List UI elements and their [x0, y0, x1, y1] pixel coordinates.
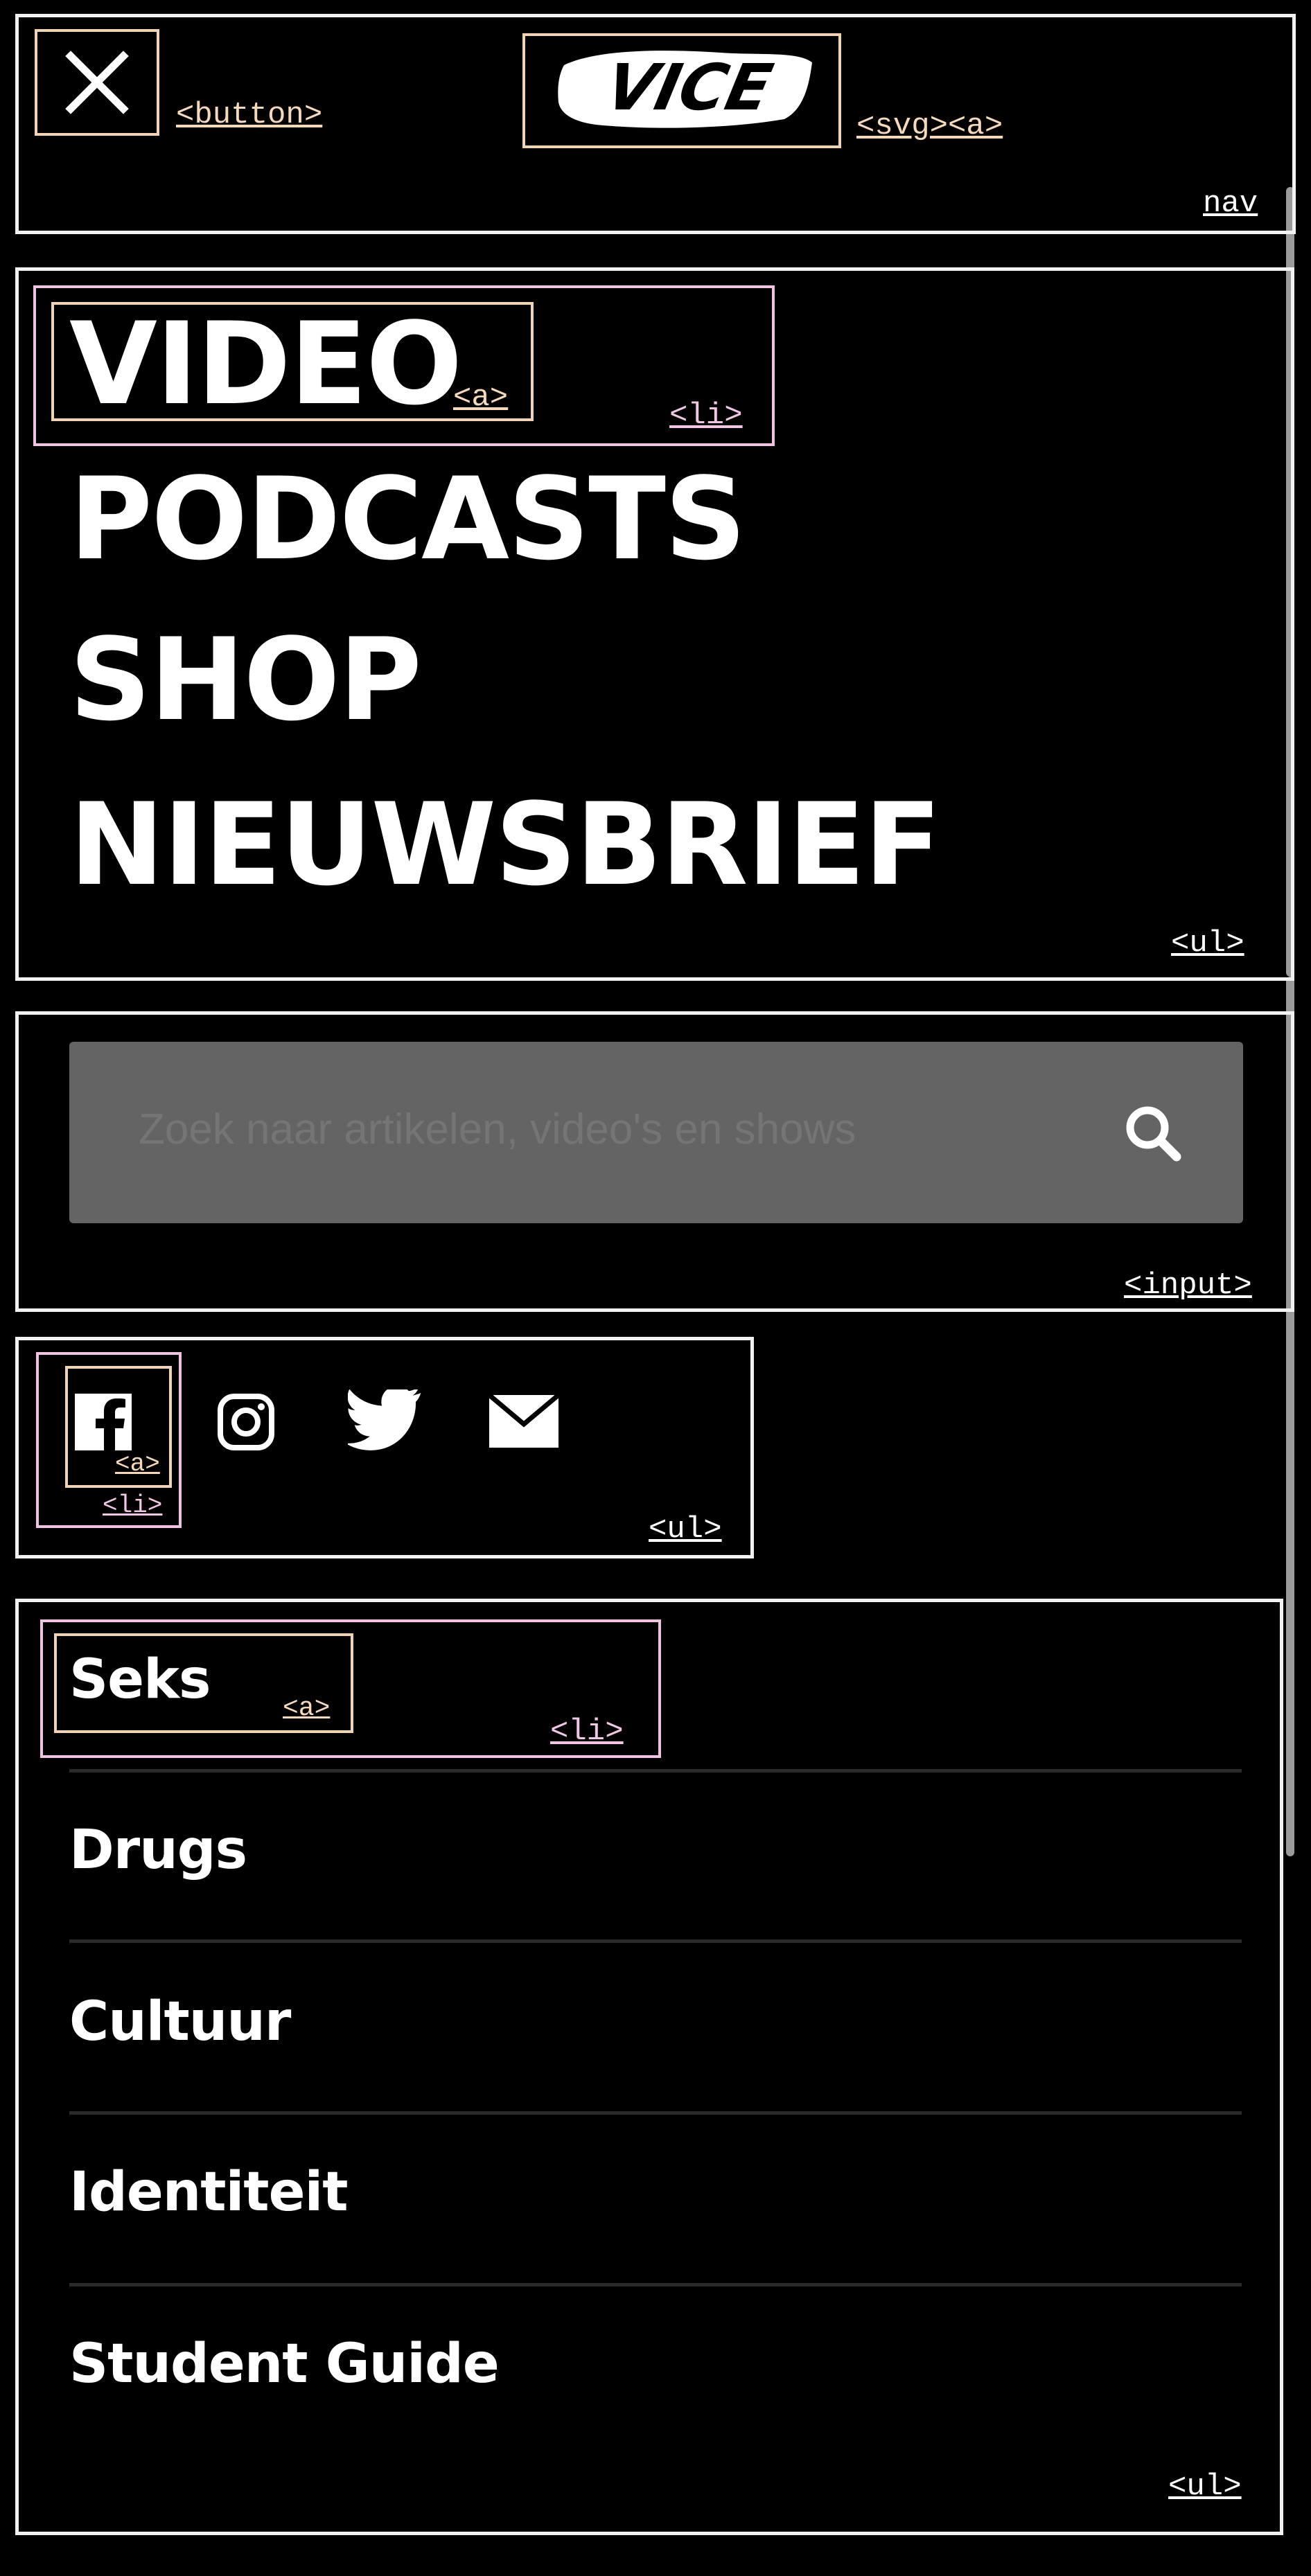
social-ul-tag: <ul> [649, 1512, 722, 1547]
social-li-tag: <li> [103, 1491, 163, 1520]
close-button[interactable] [37, 32, 157, 133]
vice-logo-link[interactable]: VICE [554, 46, 816, 132]
close-button-tag: <button> [176, 98, 323, 132]
twitter-link[interactable] [345, 1385, 425, 1456]
facebook-link[interactable] [72, 1391, 134, 1453]
vice-logo-icon: VICE [558, 51, 812, 128]
menu-link-video[interactable]: VIDEO [69, 308, 463, 421]
category-link-identiteit[interactable]: Identiteit [69, 2165, 349, 2219]
category-link-drugs[interactable]: Drugs [69, 1823, 247, 1877]
category-divider [69, 1939, 1242, 1943]
menu-a-tag: <a> [453, 380, 509, 415]
menu-link-nieuwsbrief[interactable]: NIEUWSBRIEF [69, 788, 942, 902]
menu-ul-tag: <ul> [1171, 926, 1244, 961]
social-a-tag: <a> [115, 1450, 160, 1478]
search-input[interactable] [139, 1094, 1081, 1164]
mail-icon [487, 1393, 561, 1448]
category-divider [69, 1769, 1242, 1773]
svg-text:VICE: VICE [599, 51, 778, 125]
logo-link-tag: <svg><a> [856, 109, 1003, 143]
email-link[interactable] [487, 1393, 561, 1449]
category-link-student-guide[interactable]: Student Guide [69, 2337, 500, 2391]
facebook-icon [75, 1394, 132, 1450]
menu-li-tag: <li> [669, 398, 743, 433]
search-button[interactable] [1123, 1103, 1185, 1165]
menu-link-shop[interactable]: SHOP [69, 623, 422, 737]
category-a-tag: <a> [283, 1694, 331, 1723]
category-link-seks[interactable]: Seks [69, 1653, 211, 1707]
search-icon [1126, 1106, 1181, 1162]
menu-link-podcasts[interactable]: PODCASTS [69, 463, 746, 576]
category-link-cultuur[interactable]: Cultuur [69, 1995, 291, 2049]
twitter-icon [345, 1385, 421, 1450]
categories-ul-tag: <ul> [1168, 2469, 1242, 2504]
nav-tag: nav [1203, 186, 1258, 221]
category-li-tag: <li> [550, 1714, 624, 1749]
category-divider [69, 2283, 1242, 2286]
search-input-tag: <input> [1124, 1268, 1252, 1303]
category-divider [69, 2111, 1242, 2115]
close-icon [65, 51, 129, 114]
instagram-icon [218, 1394, 274, 1450]
instagram-link[interactable] [215, 1391, 277, 1453]
